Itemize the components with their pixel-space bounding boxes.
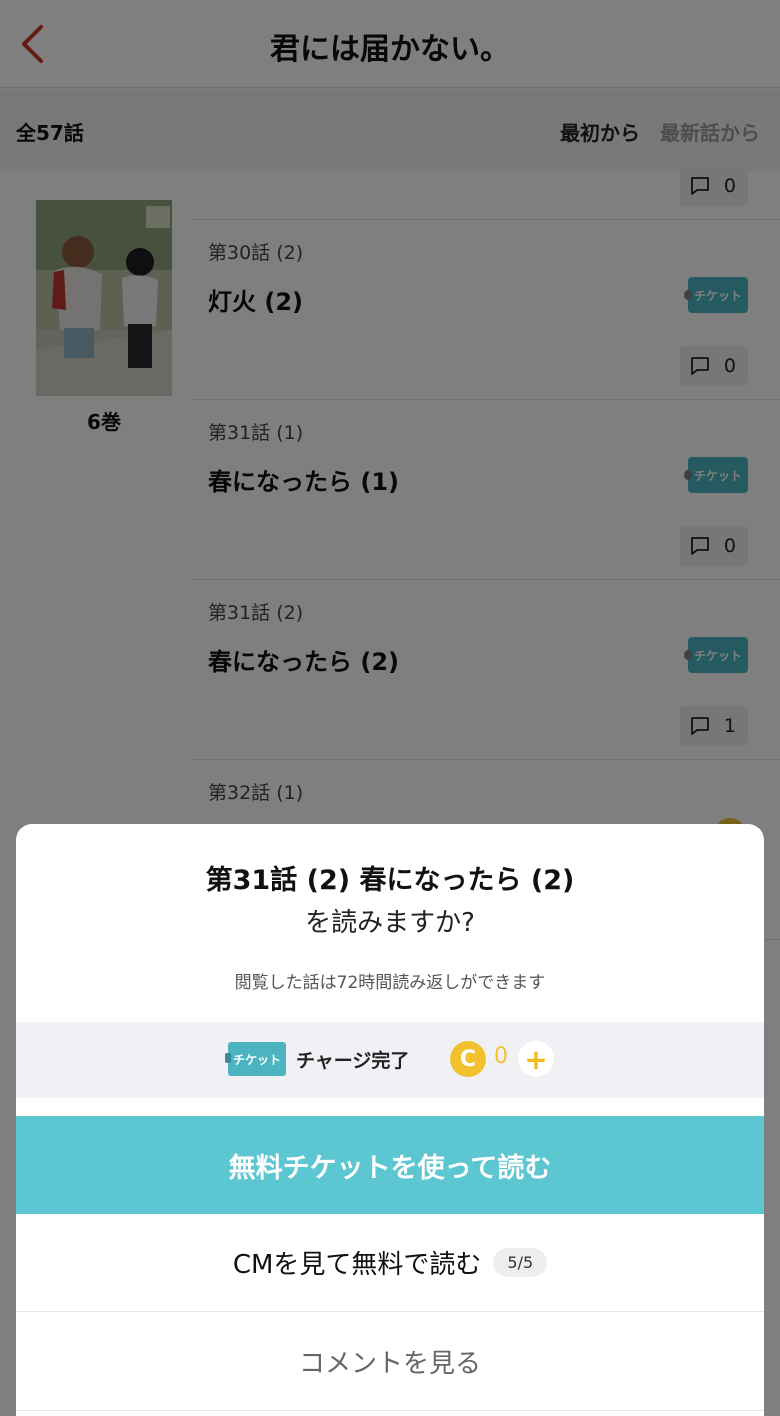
- use-free-ticket-button[interactable]: 無料チケットを使って読む: [16, 1116, 764, 1214]
- view-comments-button[interactable]: コメントを見る: [16, 1313, 764, 1411]
- watch-cm-button[interactable]: CMを見て無料で読む 5/5: [16, 1214, 764, 1312]
- cm-quota-badge: 5/5: [493, 1248, 548, 1277]
- wallet-status-row: チケット チャージ完了 C 0 +: [16, 1022, 764, 1098]
- watch-cm-label: CMを見て無料で読む: [232, 1250, 482, 1280]
- read-confirm-modal: 第31話 (2) 春になったら (2) を読みますか? 閲覧した話は72時間読み…: [16, 824, 764, 1416]
- ticket-charge-status: チャージ完了: [296, 1050, 410, 1072]
- ticket-icon: チケット: [225, 1042, 286, 1076]
- coin-icon: C: [450, 1041, 486, 1077]
- add-coins-button[interactable]: +: [518, 1041, 554, 1077]
- coin-balance: 0: [494, 1044, 508, 1069]
- modal-question: を読みますか?: [305, 908, 475, 938]
- modal-note: 閲覧した話は72時間読み返しができます: [234, 973, 546, 993]
- modal-episode-title: 第31話 (2) 春になったら (2): [205, 865, 575, 896]
